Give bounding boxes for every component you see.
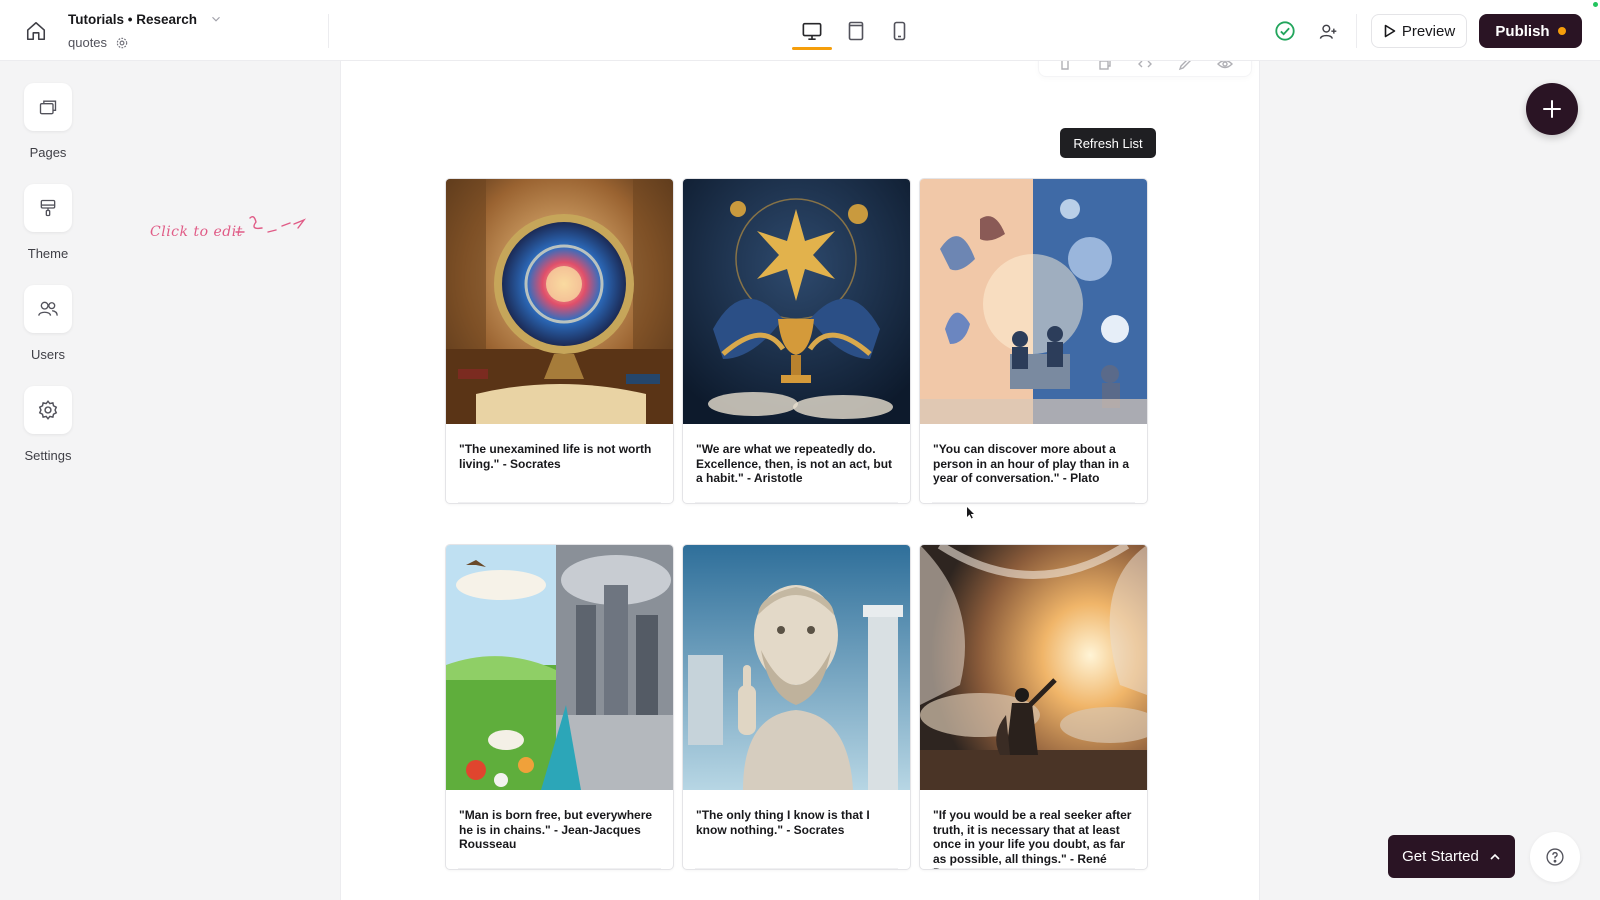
desktop-view-button[interactable] (799, 18, 825, 44)
invite-user-button[interactable] (1311, 17, 1345, 47)
play-conversation-illustration (920, 179, 1147, 424)
topbar-divider (1356, 14, 1357, 48)
gear-icon (38, 400, 58, 420)
home-button[interactable] (22, 17, 50, 45)
component-toolbar (1038, 61, 1252, 77)
get-started-button[interactable]: Get Started (1388, 835, 1515, 878)
quote-card[interactable]: "You can discover more about a person in… (919, 178, 1148, 504)
card-divider (458, 502, 661, 503)
golden-trophy-illustration (683, 179, 910, 424)
card-divider (695, 868, 898, 869)
sidebar-item-settings[interactable]: Settings (0, 386, 96, 463)
card-divider (458, 868, 661, 869)
unpublished-changes-dot (1557, 27, 1566, 35)
sidebar-item-label: Theme (27, 246, 69, 261)
delete-icon[interactable] (1056, 61, 1074, 71)
help-button[interactable] (1530, 832, 1580, 882)
preview-button[interactable]: Preview (1371, 14, 1467, 48)
users-tile (24, 285, 72, 333)
connection-status-dot (1593, 2, 1598, 7)
quote-card[interactable]: "If you would be a real seeker after tru… (919, 544, 1148, 870)
mouse-cursor-icon (967, 507, 974, 519)
quote-card[interactable]: "Man is born free, but everywhere he is … (445, 544, 674, 870)
quote-text: "The unexamined life is not worth living… (459, 442, 652, 471)
veiled-light-illustration (920, 545, 1147, 790)
publish-button[interactable]: Publish (1479, 14, 1582, 48)
pages-tile (24, 83, 72, 131)
plus-icon (1543, 100, 1561, 118)
desktop-view-icon (802, 22, 822, 40)
quote-text: "If you would be a real seeker after tru… (933, 808, 1132, 869)
visibility-icon[interactable] (1216, 61, 1234, 71)
hint-text: Click to edit (150, 224, 243, 240)
refresh-list-button[interactable]: Refresh List (1060, 128, 1156, 158)
mobile-view-button[interactable] (886, 18, 912, 44)
quote-text: "You can discover more about a person in… (933, 442, 1130, 485)
quote-text: "The only thing I know is that I know no… (696, 808, 870, 837)
hint-graphic: Click to edit (150, 215, 307, 240)
code-icon[interactable] (1136, 61, 1154, 71)
play-icon (1384, 24, 1396, 38)
card-divider (932, 502, 1135, 503)
sidebar-item-label: Settings (24, 448, 72, 463)
library-globe-illustration (446, 179, 673, 424)
project-name[interactable]: Tutorials • Research (68, 12, 197, 27)
get-started-label: Get Started (1402, 848, 1479, 865)
quote-card[interactable]: "The unexamined life is not worth living… (445, 178, 674, 504)
add-user-icon (1319, 24, 1337, 39)
mobile-view-icon (893, 21, 905, 41)
left-sidebar: Pages Theme Users Settings (0, 61, 96, 900)
chevron-up-icon (1490, 853, 1500, 860)
theme-icon (40, 199, 56, 217)
home-icon (26, 21, 46, 41)
theme-tile (24, 184, 72, 232)
app-name[interactable]: quotes (68, 35, 107, 50)
edit-icon[interactable] (1176, 61, 1194, 71)
philosopher-bust-illustration (683, 545, 910, 790)
pages-icon (39, 100, 57, 115)
saved-status-icon (1274, 20, 1296, 42)
active-device-indicator (792, 47, 832, 50)
sidebar-item-users[interactable]: Users (0, 285, 96, 362)
nature-city-illustration (446, 545, 673, 790)
quote-text: "Man is born free, but everywhere he is … (459, 808, 653, 851)
add-component-button[interactable] (1526, 83, 1578, 135)
publish-label: Publish (1495, 22, 1550, 40)
card-divider (695, 502, 898, 503)
topbar-divider (328, 14, 329, 48)
sidebar-item-label: Pages (29, 145, 67, 160)
chevron-down-icon[interactable] (209, 12, 223, 31)
click-to-edit-hint: Click to edit (150, 210, 315, 250)
settings-tile (24, 386, 72, 434)
top-bar: Tutorials • Research quotes Preview Publ… (0, 0, 1600, 61)
preview-label: Preview (1401, 22, 1456, 40)
quote-card[interactable]: "We are what we repeatedly do. Excellenc… (682, 178, 911, 504)
sidebar-item-label: Users (31, 347, 65, 362)
app-settings-gear-icon[interactable] (115, 36, 129, 55)
quote-card[interactable]: "The only thing I know is that I know no… (682, 544, 911, 870)
sidebar-item-theme[interactable]: Theme (0, 184, 96, 261)
tablet-view-button[interactable] (843, 18, 869, 44)
tablet-view-icon (848, 21, 864, 41)
help-icon (1546, 848, 1564, 866)
duplicate-icon[interactable] (1096, 61, 1114, 71)
quote-text: "We are what we repeatedly do. Excellenc… (696, 442, 893, 485)
page-canvas: Refresh List "The unexamined life is not… (340, 61, 1260, 900)
sidebar-item-pages[interactable]: Pages (0, 83, 96, 160)
users-icon (38, 301, 58, 316)
